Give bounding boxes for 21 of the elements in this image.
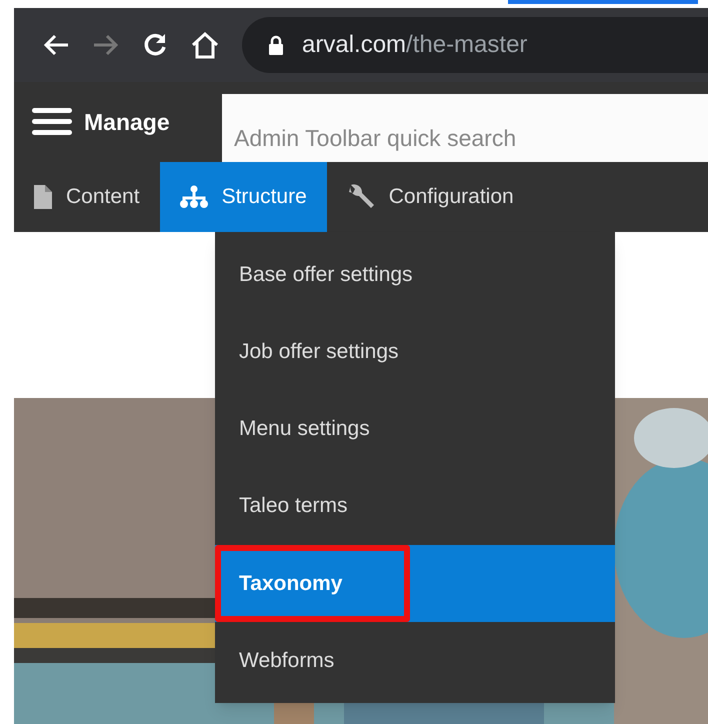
back-icon[interactable] bbox=[42, 33, 70, 57]
sitemap-icon bbox=[180, 185, 208, 209]
menu-item[interactable]: Menu settings bbox=[215, 390, 615, 468]
reload-icon[interactable] bbox=[142, 32, 168, 58]
toolbar-tab[interactable]: Configuration bbox=[326, 162, 534, 232]
document-icon bbox=[34, 185, 52, 209]
search-field[interactable]: Admin Toolbar quick search bbox=[222, 94, 708, 162]
toolbar-tab[interactable]: Content bbox=[14, 162, 160, 232]
lock-icon bbox=[268, 35, 284, 55]
wrench-icon bbox=[346, 183, 375, 211]
menu-item[interactable]: Base offer settings bbox=[215, 236, 615, 314]
url-text: arval.com/the-master bbox=[302, 30, 528, 60]
menu-item[interactable]: Taxonomy bbox=[215, 544, 615, 622]
menu-item[interactable]: Job offer settings bbox=[215, 313, 615, 390]
menu-icon bbox=[32, 106, 72, 138]
toolbar-tab[interactable]: Structure bbox=[160, 162, 327, 232]
menu-item[interactable]: Webforms bbox=[215, 622, 615, 700]
address-bar[interactable]: arval.com/the-master bbox=[242, 17, 708, 73]
home-icon[interactable] bbox=[190, 31, 220, 59]
manage-menu-button[interactable]: Manage bbox=[14, 82, 222, 162]
menu-item[interactable]: Taleo terms bbox=[215, 468, 615, 545]
